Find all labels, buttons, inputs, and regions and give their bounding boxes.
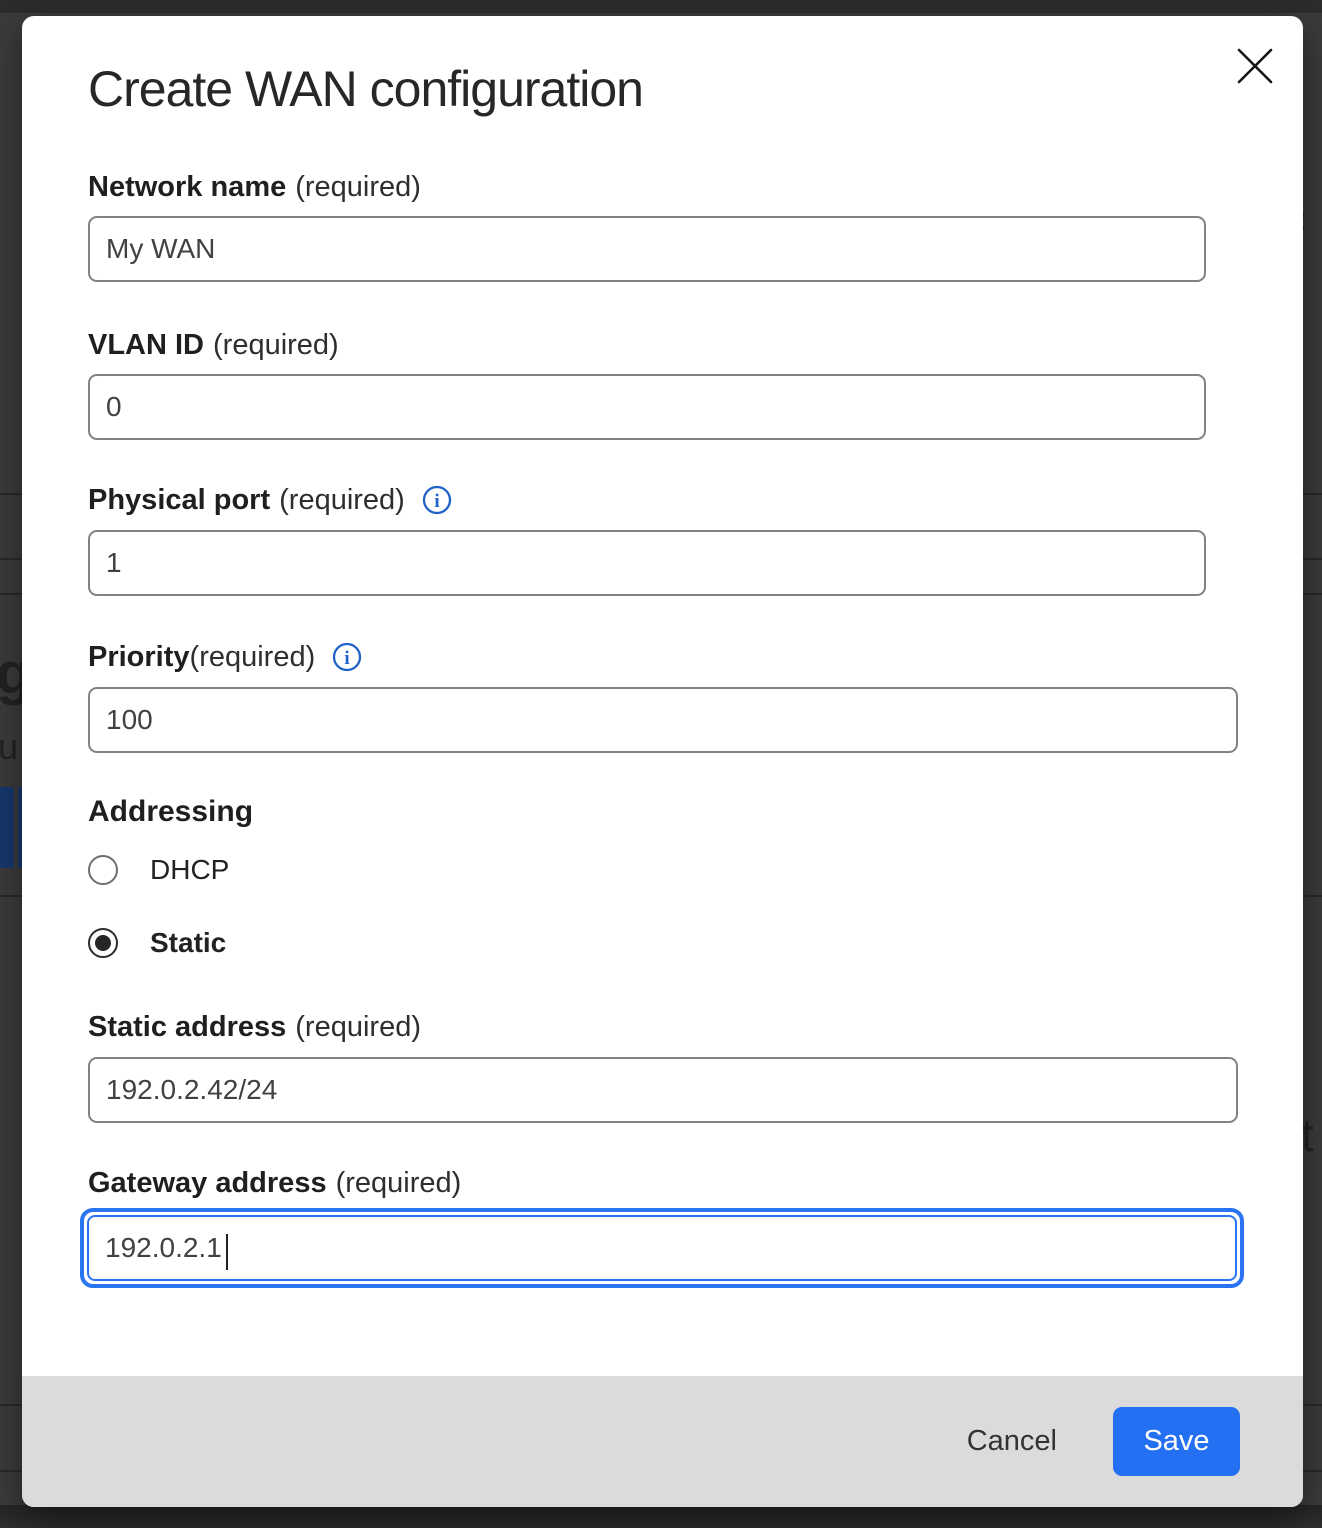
addressing-radio-static[interactable]: Static — [88, 927, 226, 959]
field-label-text: Static address — [88, 1011, 286, 1044]
text-cursor — [226, 1234, 228, 1270]
create-wan-configuration-dialog: Create WAN configuration Network name (r… — [22, 16, 1303, 1507]
info-icon[interactable]: i — [332, 642, 362, 672]
static-address-label: Static address (required) — [88, 1008, 421, 1046]
radio-label: DHCP — [150, 854, 229, 886]
background-page-bottom — [0, 1505, 1322, 1528]
field-label-text: Gateway address — [88, 1167, 327, 1200]
svg-text:i: i — [345, 648, 350, 669]
vlan-id-label: VLAN ID (required) — [88, 326, 339, 364]
background-blue-button-fragment — [0, 787, 14, 868]
required-hint: (required) — [213, 329, 339, 362]
background-text-fragment: u — [0, 726, 18, 768]
cancel-button[interactable]: Cancel — [961, 1415, 1063, 1468]
gateway-address-input[interactable] — [87, 1215, 1237, 1281]
required-hint: (required) — [336, 1167, 462, 1200]
physical-port-label: Physical port (required) i — [88, 481, 452, 519]
addressing-section-label: Addressing — [88, 795, 253, 829]
required-hint: (required) — [295, 171, 421, 204]
close-icon — [1236, 47, 1274, 85]
addressing-radio-dhcp[interactable]: DHCP — [88, 854, 229, 886]
priority-input[interactable] — [88, 687, 1238, 753]
dialog-footer: Cancel Save — [22, 1376, 1303, 1507]
field-label-text: Priority — [88, 641, 190, 674]
field-label-text: Network name — [88, 171, 286, 204]
network-name-input[interactable] — [88, 216, 1206, 282]
background-page-top-bar — [0, 0, 1322, 13]
static-address-input[interactable] — [88, 1057, 1238, 1123]
vlan-id-input[interactable] — [88, 374, 1206, 440]
radio-checked-icon — [88, 928, 118, 958]
required-hint: (required) — [295, 1011, 421, 1044]
save-button[interactable]: Save — [1113, 1407, 1240, 1476]
info-icon[interactable]: i — [422, 485, 452, 515]
svg-text:i: i — [434, 491, 439, 512]
field-label-text: VLAN ID — [88, 329, 204, 362]
dialog-title: Create WAN configuration — [88, 60, 643, 118]
required-hint: (required) — [279, 484, 405, 517]
radio-label: Static — [150, 927, 226, 959]
priority-label: Priority (required) i — [88, 638, 362, 676]
physical-port-input[interactable] — [88, 530, 1206, 596]
network-name-label: Network name (required) — [88, 168, 421, 206]
required-hint: (required) — [190, 641, 316, 674]
gateway-address-label: Gateway address (required) — [88, 1164, 461, 1202]
field-label-text: Physical port — [88, 484, 270, 517]
gateway-address-focus-ring — [80, 1208, 1244, 1288]
radio-unchecked-icon — [88, 855, 118, 885]
close-button[interactable] — [1231, 42, 1279, 90]
